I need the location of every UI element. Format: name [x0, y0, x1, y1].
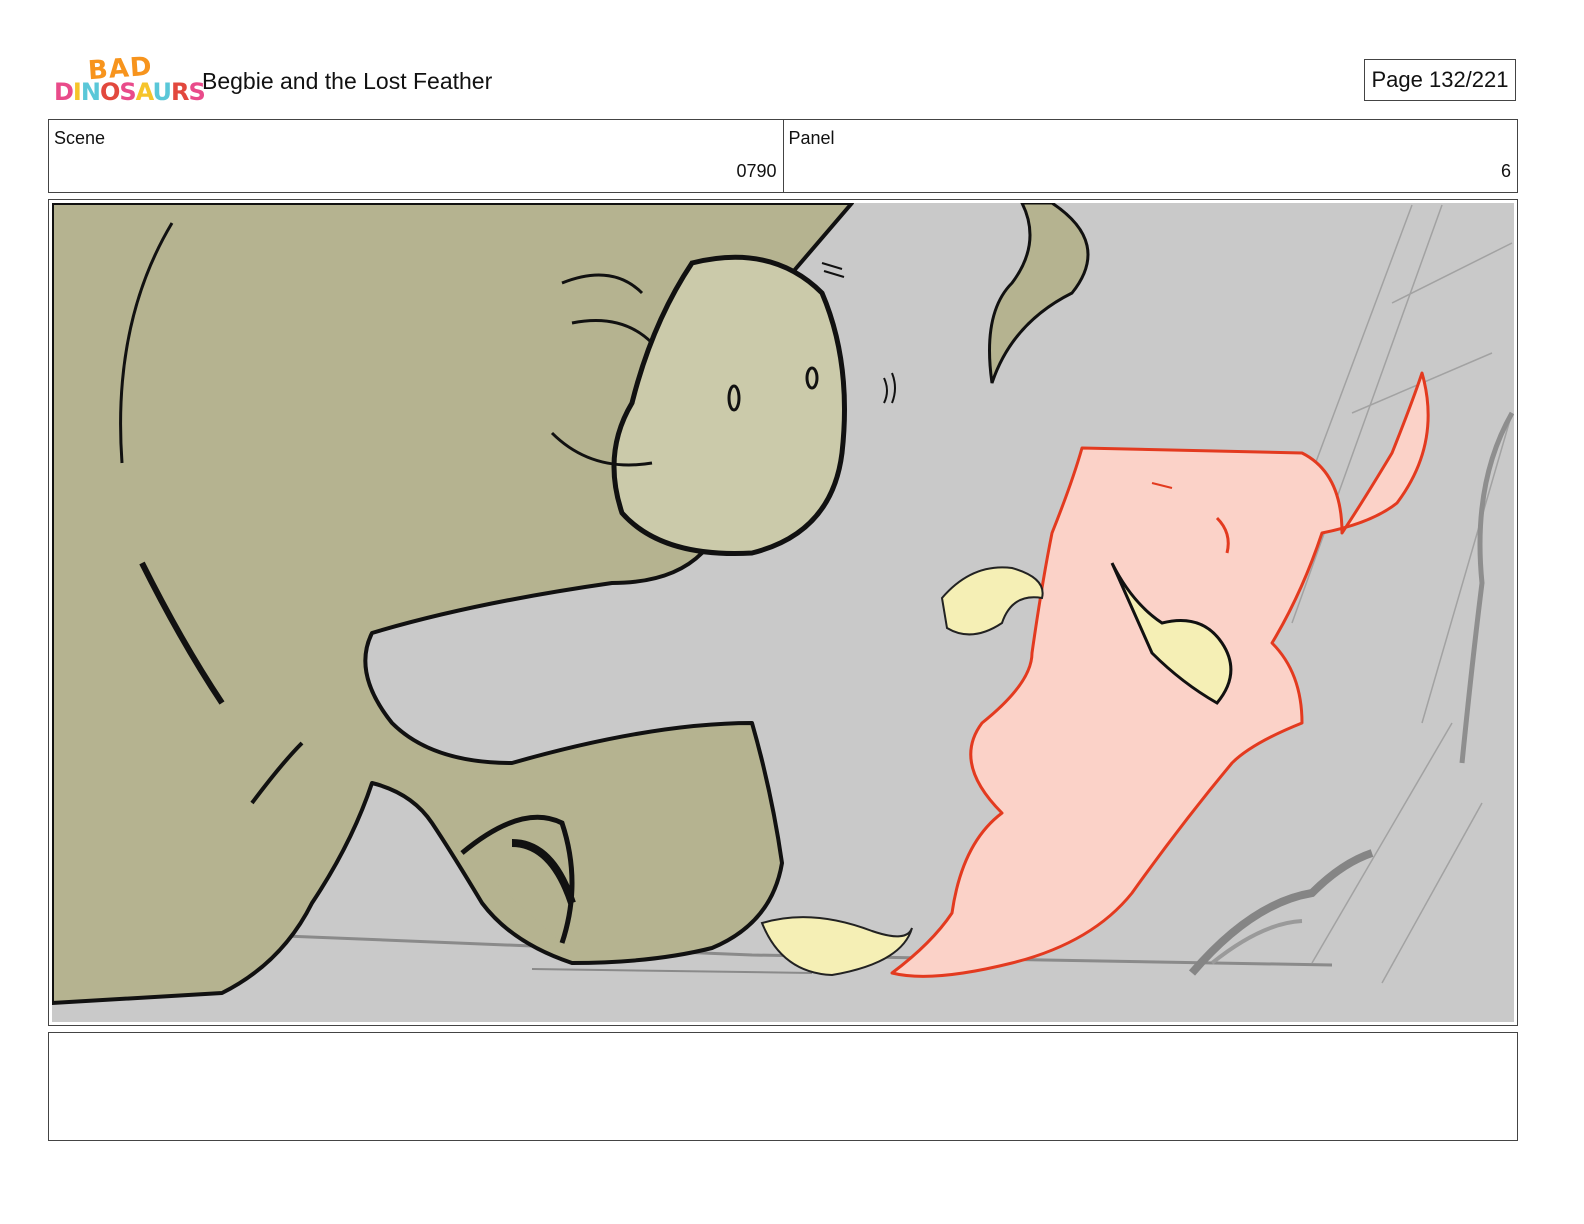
page-header: BAD DINOSAURS Begbie and the Lost Feathe…: [0, 0, 1584, 118]
panel-notes: [48, 1032, 1518, 1141]
logo-text-bottom: DINOSAURS: [54, 78, 206, 106]
panel-number: 6: [1500, 161, 1511, 181]
scene-number: 0790: [736, 161, 777, 181]
storyboard-title: Begbie and the Lost Feather: [202, 68, 493, 94]
storyboard-panel: [48, 199, 1518, 1026]
panel-label: Panel: [788, 128, 835, 148]
scene-cell: Scene 0790: [49, 120, 783, 192]
panel-cell: Panel 6: [782, 120, 1518, 192]
show-logo: BAD DINOSAURS: [54, 52, 206, 112]
page-number: Page 132/221: [1364, 59, 1516, 101]
panel-drawing: [52, 203, 1514, 1022]
scene-label: Scene: [54, 128, 106, 148]
scene-panel-info: Scene 0790 Panel 6: [48, 119, 1518, 193]
